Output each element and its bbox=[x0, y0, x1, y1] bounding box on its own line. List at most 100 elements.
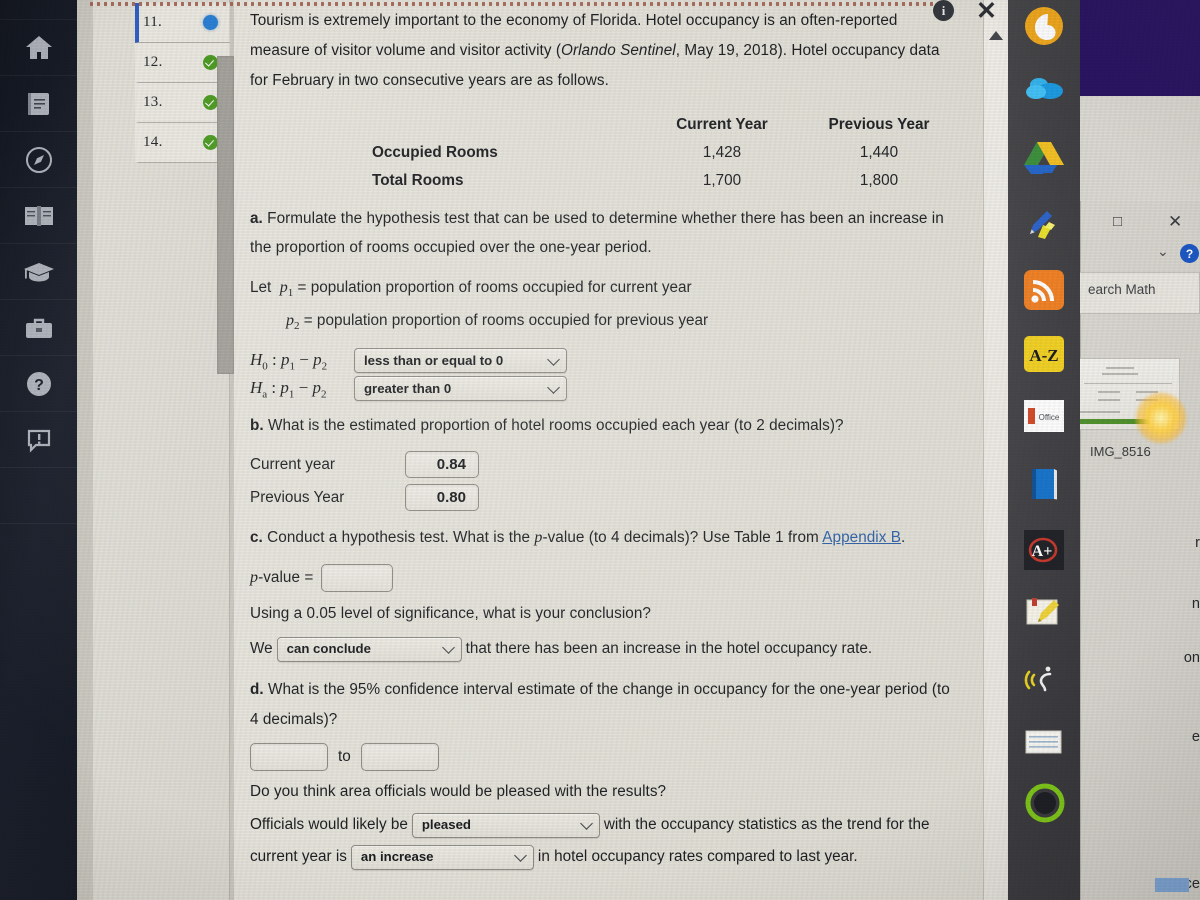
question-item-13[interactable]: 13. bbox=[135, 83, 230, 123]
info-icon[interactable]: i bbox=[933, 0, 954, 21]
close-icon[interactable]: ✕ bbox=[976, 0, 997, 24]
confidence-interval-row: to bbox=[250, 743, 961, 772]
current-year-answer-row: Current year 0.84 bbox=[250, 451, 961, 479]
google-drive-icon bbox=[1024, 138, 1064, 178]
status-complete-icon bbox=[203, 135, 218, 150]
toolbar-item-blue-book[interactable] bbox=[1022, 462, 1066, 506]
cell-occupied-previous: 1,440 bbox=[859, 144, 899, 161]
alt-hypothesis-select[interactable]: greater than 0 bbox=[354, 376, 567, 402]
toolbar-item-account[interactable] bbox=[1022, 780, 1066, 824]
sidebar-item-messages[interactable] bbox=[0, 412, 77, 468]
chevron-down-icon[interactable]: ⌄ bbox=[1157, 243, 1169, 260]
alt-hypothesis-row: Ha : p1 − p2 greater than 0 bbox=[250, 376, 961, 402]
toolbar-item-lined-paper[interactable] bbox=[1022, 726, 1066, 770]
taskbar-item[interactable] bbox=[1155, 878, 1189, 892]
sidebar-item-compass[interactable] bbox=[0, 132, 77, 188]
green-ring-avatar-icon bbox=[1024, 782, 1065, 823]
sidebar-item-notebook[interactable] bbox=[0, 76, 77, 132]
sidebar-item-career[interactable] bbox=[0, 300, 77, 356]
a-z-dictionary-icon: A-Z bbox=[1024, 336, 1064, 376]
sidebar-item-help[interactable]: ? bbox=[0, 356, 77, 412]
part-d-letter: d. bbox=[250, 681, 264, 699]
toolbar-item-office[interactable]: Office bbox=[1022, 398, 1066, 442]
ci-lower-input[interactable] bbox=[250, 743, 328, 772]
previous-year-input[interactable]: 0.80 bbox=[405, 484, 479, 512]
officials-sentence: Officials would likely be pleased with the… bbox=[250, 809, 961, 873]
ci-upper-input[interactable] bbox=[360, 743, 439, 772]
onedrive-cloud-icon bbox=[1024, 72, 1064, 112]
chevron-down-icon bbox=[579, 817, 593, 831]
officials-suffix: in hotel occupancy rates compared to las… bbox=[537, 848, 858, 866]
conclusion-prefix: We bbox=[250, 640, 273, 658]
significance-level-text: Using a 0.05 level of significance, what… bbox=[250, 605, 651, 623]
svg-text:A-Z: A-Z bbox=[1029, 346, 1058, 365]
null-hypothesis-row: H0 : p1 − p2 less than or equal to 0 bbox=[250, 348, 961, 374]
svg-text:A+: A+ bbox=[1032, 543, 1053, 560]
toolbar-item-onedrive[interactable] bbox=[1022, 70, 1066, 114]
question-item-12[interactable]: 12. bbox=[135, 43, 230, 83]
question-item-11[interactable]: 11. bbox=[135, 3, 230, 43]
pvalue-input[interactable] bbox=[321, 564, 394, 593]
officials-question: Do you think area officials would be ple… bbox=[250, 783, 667, 801]
pvalue-label-rest: -value = bbox=[258, 569, 314, 587]
appendix-b-link[interactable]: Appendix B bbox=[822, 529, 901, 546]
problem-content-sheet: Tourism is extremely important to the ec… bbox=[234, 0, 990, 900]
status-complete-icon bbox=[203, 95, 218, 110]
toolbar-item-text-to-speech[interactable] bbox=[1022, 660, 1066, 704]
occupancy-data-table: Current Year Previous Year Occupied Room… bbox=[250, 110, 961, 196]
help-icon[interactable]: ? bbox=[1180, 244, 1199, 263]
maximize-icon[interactable]: □ bbox=[1113, 213, 1122, 230]
p1-symbol: p1 bbox=[279, 279, 294, 300]
home-icon bbox=[24, 34, 54, 62]
blue-book-icon bbox=[1024, 464, 1064, 504]
window-close-icon[interactable]: ✕ bbox=[1168, 212, 1182, 232]
let-text-2: = population proportion of rooms occupie… bbox=[303, 312, 709, 330]
sidebar-item-library[interactable] bbox=[0, 188, 77, 244]
current-year-input[interactable]: 0.84 bbox=[405, 451, 479, 479]
sidebar-item-extra[interactable] bbox=[0, 468, 77, 524]
notepad-pencil-icon bbox=[1024, 596, 1064, 636]
sidebar-item-courses[interactable] bbox=[0, 244, 77, 300]
briefcase-icon bbox=[24, 315, 54, 341]
background-navy-window bbox=[1080, 0, 1200, 102]
toolbar-item-rss[interactable] bbox=[1022, 268, 1066, 312]
null-hypothesis-select[interactable]: less than or equal to 0 bbox=[354, 348, 567, 374]
notebook-icon bbox=[25, 90, 53, 118]
pvalue-label: p-value = bbox=[250, 563, 313, 593]
toolbar-item-bitdefender[interactable] bbox=[1022, 4, 1066, 48]
thumbnail-label: IMG_8516 bbox=[1090, 444, 1151, 459]
sidebar-item-home[interactable] bbox=[0, 20, 77, 76]
toolbar-item-dictionary[interactable]: A-Z bbox=[1022, 334, 1066, 378]
conclusion-select[interactable]: can conclude bbox=[276, 636, 462, 662]
question-item-14[interactable]: 14. bbox=[135, 123, 230, 163]
a-plus-grade-icon: A+ bbox=[1024, 530, 1064, 570]
cut-text-fragment: e bbox=[1191, 729, 1200, 745]
question-number-list: 11. 12. 13. 14. bbox=[93, 0, 230, 900]
trend-select[interactable]: an increase bbox=[350, 844, 534, 870]
previous-year-answer-row: Previous Year 0.80 bbox=[250, 484, 961, 512]
background-window-titlebar bbox=[1080, 96, 1200, 201]
let-text-1: = population proportion of rooms occupie… bbox=[297, 279, 692, 296]
part-d-prompt: d. What is the 95% confidence interval e… bbox=[250, 675, 961, 735]
officials-feeling-select[interactable]: pleased bbox=[411, 812, 600, 838]
toolbar-item-grade[interactable]: A+ bbox=[1022, 528, 1066, 572]
conclusion-suffix: that there has been an increase in the h… bbox=[465, 640, 873, 658]
part-b-text: What is the estimated proportion of hote… bbox=[268, 417, 844, 435]
part-d-text: What is the 95% confidence interval esti… bbox=[250, 681, 950, 729]
cut-text-fragment: r bbox=[1195, 535, 1200, 551]
chevron-down-icon bbox=[441, 641, 455, 655]
table-header-row: Current Year Previous Year bbox=[252, 112, 959, 138]
toolbar-item-annotate[interactable] bbox=[1022, 202, 1066, 246]
sheet-scrollbar-track[interactable] bbox=[983, 0, 1009, 900]
question-number: 11. bbox=[143, 14, 163, 30]
toolbar-item-google-drive[interactable] bbox=[1022, 136, 1066, 180]
rail-spacer bbox=[0, 0, 77, 20]
question-list-scrollbar-thumb[interactable] bbox=[217, 56, 234, 374]
part-c-text-3: . bbox=[901, 529, 906, 547]
row-label-total-rooms: Total Rooms bbox=[372, 172, 464, 189]
scroll-up-arrow-icon[interactable] bbox=[989, 31, 1003, 40]
question-number: 13. bbox=[143, 94, 163, 110]
column-header-previous-year: Previous Year bbox=[828, 116, 930, 133]
toolbar-item-notes[interactable] bbox=[1022, 594, 1066, 638]
lined-paper-icon bbox=[1024, 728, 1064, 768]
